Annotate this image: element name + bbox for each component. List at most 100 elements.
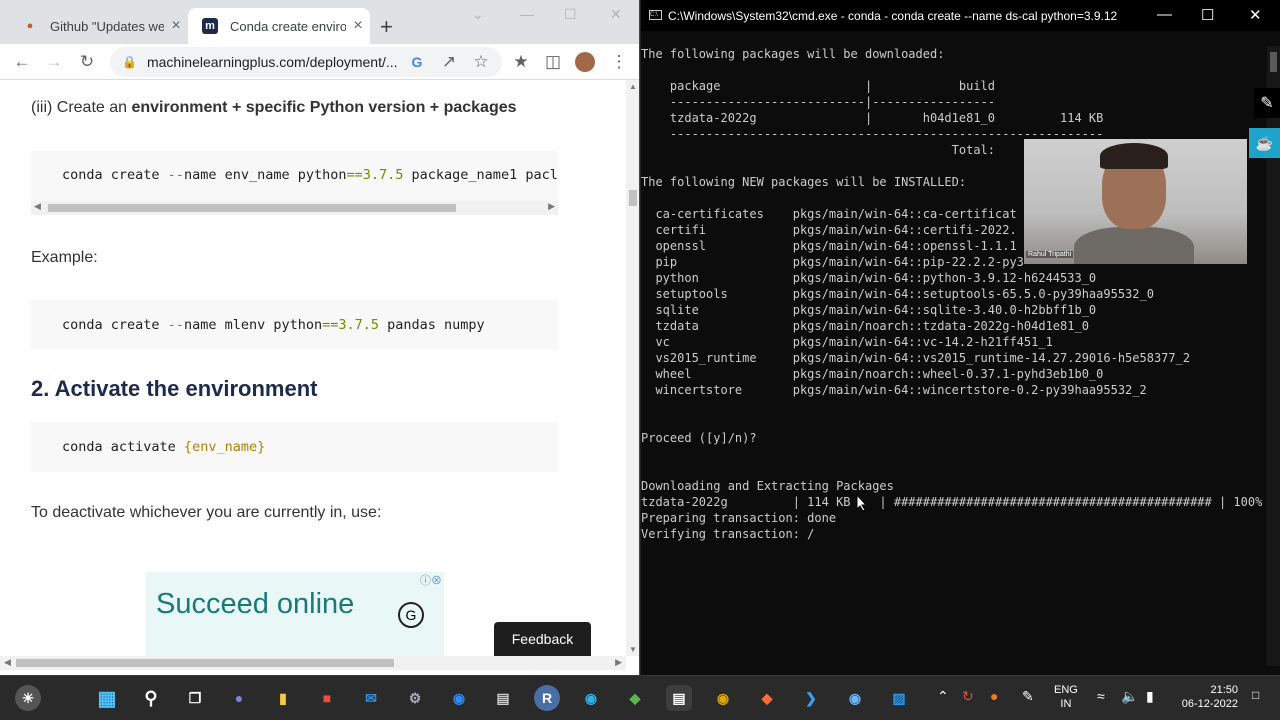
terminal-line: wheel pkgs/main/noarch::wheel-0.37.1-pyh… — [641, 367, 1104, 381]
teams-chat-icon[interactable]: ● — [226, 685, 252, 711]
feedback-button[interactable]: Feedback — [494, 622, 591, 656]
terminal-line: setuptools pkgs/main/win-64::setuptools-… — [641, 287, 1154, 301]
language-indicator[interactable]: ENG IN — [1054, 683, 1078, 711]
new-tab-icon[interactable]: + — [380, 14, 393, 40]
terminal-line: tzdata pkgs/main/noarch::tzdata-2022g-h0… — [641, 319, 1089, 333]
clock-time: 21:50 — [1210, 684, 1238, 696]
pen-tool-icon[interactable]: ✎ — [1254, 88, 1280, 118]
code-text: 3.7.5 — [362, 167, 404, 183]
tab-title: Conda create environ — [230, 18, 346, 34]
volume-icon[interactable]: 🔈 — [1121, 688, 1138, 705]
sync-icon[interactable]: ↻ — [962, 688, 974, 705]
code-text: { — [183, 439, 193, 455]
close-window-icon[interactable]: ✕ — [610, 6, 622, 23]
example-label: Example: — [31, 249, 98, 266]
weather-icon[interactable]: ☀ — [15, 685, 41, 711]
scroll-thumb[interactable] — [16, 659, 394, 667]
microphone-icon[interactable]: ● — [990, 688, 998, 704]
code-text: env_name — [192, 439, 258, 455]
scroll-thumb[interactable] — [1270, 52, 1277, 72]
chevron-down-icon[interactable]: ⌄ — [472, 6, 484, 23]
back-icon[interactable]: ← — [10, 50, 34, 74]
edge-icon[interactable]: ◉ — [578, 685, 604, 711]
code-text: -- — [167, 317, 184, 333]
cup-icon[interactable]: ☕ — [1249, 128, 1280, 158]
site-favicon-icon: m — [202, 18, 218, 34]
code-text: 3.7.5 — [338, 317, 380, 333]
ad-text: Succeed online — [156, 588, 355, 620]
page-horizontal-scrollbar[interactable]: ◀ ▶ — [0, 656, 626, 670]
wifi-icon[interactable]: ≈ — [1097, 688, 1105, 704]
scroll-left-icon[interactable]: ◀ — [34, 201, 41, 212]
terminal-line: Downloading and Extracting Packages — [641, 479, 894, 493]
scroll-right-icon[interactable]: ▶ — [615, 657, 622, 668]
terminal-app-icon[interactable]: ▤ — [490, 685, 516, 711]
network-app-icon[interactable]: ◉ — [842, 685, 868, 711]
vscode-icon[interactable]: ❯ — [798, 685, 824, 711]
docker-icon[interactable]: ▨ — [886, 685, 912, 711]
tab-conda[interactable]: m Conda create environ × — [188, 8, 370, 44]
maximize-icon[interactable]: ☐ — [1201, 6, 1214, 24]
minimize-icon[interactable]: — — [520, 6, 534, 22]
ad-choices-icon[interactable]: ⓘ⊗ — [420, 572, 442, 588]
close-window-icon[interactable]: ✕ — [1249, 6, 1262, 24]
minimize-icon[interactable]: — — [1157, 6, 1172, 23]
clock[interactable]: 21:50 06-12-2022 — [1168, 683, 1238, 711]
search-icon[interactable]: ⚲ — [138, 685, 164, 711]
cmd-taskbar-icon[interactable]: ▤ — [666, 685, 692, 711]
person-hair — [1100, 143, 1168, 169]
settings-gear-icon[interactable]: ⚙ — [402, 685, 428, 711]
page-vertical-scrollbar[interactable]: ▲ ▼ — [626, 80, 639, 656]
r-app-icon[interactable]: R — [534, 685, 560, 711]
pen-tray-icon[interactable]: ✎ — [1022, 688, 1034, 705]
forward-icon[interactable]: → — [42, 50, 66, 74]
close-tab-icon[interactable]: × — [164, 17, 188, 35]
maximize-icon[interactable]: ☐ — [564, 6, 577, 23]
chrome-icon[interactable]: ◉ — [710, 685, 736, 711]
terminal-line: wincertstore pkgs/main/win-64::wincertst… — [641, 383, 1147, 397]
windows-start-icon[interactable]: ▦ — [94, 685, 120, 711]
person-body — [1074, 227, 1194, 264]
git-icon[interactable]: ◆ — [622, 685, 648, 711]
sublime-icon[interactable]: ◆ — [754, 685, 780, 711]
code-text: package_name1 pacl — [403, 167, 558, 183]
task-view-icon[interactable]: ❐ — [182, 685, 208, 711]
cmd-icon: C:\ — [649, 10, 662, 20]
notifications-icon[interactable]: □ — [1252, 688, 1259, 702]
scroll-right-icon[interactable]: ▶ — [548, 201, 555, 212]
google-icon[interactable]: G — [405, 50, 429, 74]
scroll-up-icon[interactable]: ▲ — [629, 82, 637, 91]
terminal-title: C:\Windows\System32\cmd.exe - conda - co… — [668, 8, 1118, 23]
scroll-thumb[interactable] — [629, 190, 637, 206]
mail-icon[interactable]: ✉ — [358, 685, 384, 711]
reload-icon[interactable]: ↻ — [75, 50, 99, 74]
scroll-down-icon[interactable]: ▼ — [629, 645, 637, 654]
zoom-icon[interactable]: ◉ — [446, 685, 472, 711]
bookmark-star-icon[interactable]: ☆ — [469, 50, 493, 74]
terminal-line: tzdata-2022g | 114 KB | ################… — [641, 495, 1263, 509]
menu-kebab-icon[interactable]: ⋮ — [607, 50, 631, 74]
terminal-titlebar: C:\ C:\Windows\System32\cmd.exe - conda … — [641, 0, 1280, 31]
url-text: machinelearningplus.com/deployment/... — [146, 54, 398, 70]
scroll-thumb[interactable] — [48, 204, 456, 212]
file-explorer-icon[interactable]: ▮ — [270, 685, 296, 711]
share-icon[interactable]: ↗ — [437, 50, 461, 74]
browser-toolbar: ← → ↻ 🔒 machinelearningplus.com/deployme… — [0, 44, 639, 80]
close-tab-icon[interactable]: × — [346, 17, 370, 35]
terminal-line: Proceed ([y]/n)? — [641, 431, 757, 445]
extensions-icon[interactable]: ★ — [509, 50, 533, 74]
battery-icon[interactable]: ▮ — [1146, 688, 1154, 705]
code-text: name mlenv python — [183, 317, 323, 333]
side-panel-icon[interactable]: ◫ — [541, 50, 565, 74]
code-horizontal-scrollbar[interactable]: ◀ ▶ — [31, 201, 558, 215]
store-icon[interactable]: ■ — [314, 685, 340, 711]
terminal-window: C:\ C:\Windows\System32\cmd.exe - conda … — [641, 0, 1280, 675]
ad-banner[interactable]: ⓘ⊗ Succeed online G — [146, 572, 444, 656]
tab-github[interactable]: ● Github "Updates were × — [8, 8, 188, 44]
chevron-up-icon[interactable]: ⌃ — [937, 688, 949, 705]
scroll-left-icon[interactable]: ◀ — [4, 657, 11, 668]
profile-avatar-icon[interactable] — [573, 50, 597, 74]
